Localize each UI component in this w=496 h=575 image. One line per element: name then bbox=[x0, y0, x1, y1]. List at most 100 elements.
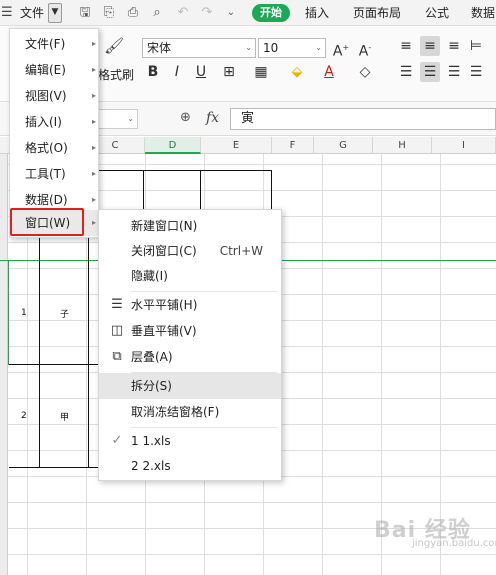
undo-icon[interactable]: ↶ bbox=[174, 0, 192, 26]
menu-item-label: 新建窗口(N) bbox=[131, 219, 198, 233]
tile-vertical-icon: ◫ bbox=[110, 323, 124, 338]
menu-item-tools[interactable]: 工具(T) ▸ bbox=[10, 161, 100, 187]
column-header-e[interactable]: E bbox=[201, 137, 272, 154]
menu-item-close-window[interactable]: 关闭窗口(C) Ctrl+W bbox=[99, 238, 281, 264]
column-header-g[interactable]: G bbox=[314, 137, 373, 154]
menu-item-label: 拆分(S) bbox=[131, 379, 172, 393]
zoom-icon[interactable]: ⊕ bbox=[180, 110, 191, 125]
tab-start[interactable]: 开始 bbox=[252, 4, 290, 22]
fx-icon[interactable]: fx bbox=[206, 110, 219, 126]
watermark-logo: Bai 经验 bbox=[374, 518, 471, 543]
align-bottom-icon[interactable]: ≡ bbox=[446, 36, 462, 56]
border-icon[interactable]: ⊞ bbox=[218, 62, 240, 82]
underline-button[interactable]: U bbox=[192, 62, 210, 82]
cell-row2-number[interactable]: 2 bbox=[21, 411, 27, 421]
checkmark-icon: ✓ bbox=[111, 433, 123, 448]
main-menu: 文件(F) ▸ 编辑(E) ▸ 视图(V) ▸ 插入(I) ▸ 格式(O) ▸ … bbox=[9, 28, 100, 238]
name-box[interactable]: ⌄ bbox=[98, 109, 138, 129]
chevron-down-icon[interactable]: ▼ bbox=[48, 3, 62, 23]
column-header-h[interactable]: H bbox=[373, 137, 432, 154]
column-header-i[interactable]: I bbox=[432, 137, 496, 154]
font-name-value: 宋体 bbox=[147, 41, 172, 55]
menu-item-label: 编辑(E) bbox=[25, 63, 66, 77]
menu-item-cascade[interactable]: ⧉ 层叠(A) bbox=[99, 344, 281, 370]
file-menu-button[interactable]: 文件 bbox=[20, 0, 44, 26]
menu-item-format[interactable]: 格式(O) ▸ bbox=[10, 135, 100, 161]
column-header-d[interactable]: D bbox=[145, 137, 201, 154]
menu-item-file-2[interactable]: 2 2.xls bbox=[99, 453, 281, 479]
menu-item-insert[interactable]: 插入(I) ▸ bbox=[10, 109, 100, 135]
align-top-icon[interactable]: ≡ bbox=[398, 36, 414, 56]
menu-item-tile-vertical[interactable]: ◫ 垂直平铺(V) bbox=[99, 318, 281, 344]
cell-row2-char[interactable]: 甲 bbox=[60, 410, 69, 423]
font-size-select[interactable]: 10 ⌄ bbox=[258, 38, 326, 58]
font-color-icon[interactable]: A bbox=[320, 62, 338, 82]
top-tab-bar: ☰ 文件 ▼ 🖫 ⎘ ⎙ ⌕ ↶ ↷ ⌄ 开始 插入 页面布局 公式 数据 bbox=[0, 0, 496, 26]
save-icon[interactable]: 🖫 bbox=[76, 0, 94, 26]
hamburger-icon[interactable]: ☰ bbox=[1, 0, 13, 26]
table-border-mid bbox=[9, 364, 99, 365]
chevron-right-icon: ▸ bbox=[91, 169, 96, 178]
font-name-select[interactable]: 宋体 ⌄ bbox=[142, 38, 256, 58]
align-right-icon[interactable]: ☰ bbox=[446, 62, 462, 82]
menu-item-window[interactable]: 窗口(W) ▸ bbox=[10, 210, 100, 236]
chevron-right-icon: ▸ bbox=[91, 65, 96, 74]
chevron-down-icon: ⌄ bbox=[315, 43, 322, 52]
fill-color-icon[interactable]: ⬙ bbox=[286, 62, 308, 82]
chevron-right-icon: ▸ bbox=[91, 117, 96, 126]
window-submenu: 新建窗口(N) 关闭窗口(C) Ctrl+W 隐藏(I) ☰ 水平平铺(H) ◫… bbox=[98, 209, 282, 481]
shrink-font-icon[interactable]: A- bbox=[356, 38, 374, 62]
cell-style-icon[interactable]: ▦ bbox=[250, 62, 272, 82]
table-border-v3 bbox=[143, 170, 144, 210]
menu-item-view[interactable]: 视图(V) ▸ bbox=[10, 83, 100, 109]
export-pdf-icon[interactable]: ⎘ bbox=[100, 0, 118, 26]
menu-item-label: 文件(F) bbox=[25, 37, 66, 51]
menu-item-unfreeze[interactable]: 取消冻结窗格(F) bbox=[99, 399, 281, 425]
print-preview-icon[interactable]: ⌕ bbox=[148, 0, 166, 26]
print-icon[interactable]: ⎙ bbox=[124, 0, 142, 26]
menu-item-label: 层叠(A) bbox=[131, 350, 173, 364]
tab-data[interactable]: 数据 bbox=[471, 0, 495, 26]
menu-item-tile-horizontal[interactable]: ☰ 水平平铺(H) bbox=[99, 292, 281, 318]
menu-item-label: 垂直平铺(V) bbox=[131, 324, 197, 338]
cell-row1-number[interactable]: 1 bbox=[21, 308, 27, 318]
shortcut-label: Ctrl+W bbox=[219, 244, 263, 258]
table-border-bottom bbox=[9, 467, 99, 468]
tile-horizontal-icon: ☰ bbox=[111, 297, 123, 312]
redo-icon[interactable]: ↷ bbox=[198, 0, 216, 26]
clear-format-icon[interactable]: ◇ bbox=[354, 62, 376, 82]
formula-input[interactable]: 寅 bbox=[230, 108, 496, 130]
menu-item-split[interactable]: 拆分(S) bbox=[99, 373, 281, 399]
grow-font-icon[interactable]: A+ bbox=[332, 38, 350, 62]
align-middle-icon[interactable]: ≡ bbox=[420, 36, 440, 56]
format-brush-button[interactable]: 格式刷 bbox=[98, 66, 134, 83]
menu-item-file[interactable]: 文件(F) ▸ bbox=[10, 31, 100, 57]
menu-item-new-window[interactable]: 新建窗口(N) bbox=[99, 213, 281, 239]
align-center-icon[interactable]: ☰ bbox=[420, 62, 440, 82]
column-header-f[interactable]: F bbox=[272, 137, 314, 154]
menu-item-edit[interactable]: 编辑(E) ▸ bbox=[10, 57, 100, 83]
customize-icon[interactable]: ⌄ bbox=[222, 0, 240, 26]
menu-item-label: 插入(I) bbox=[25, 115, 62, 129]
menu-item-label: 水平平铺(H) bbox=[131, 298, 198, 312]
cell-row1-char[interactable]: 子 bbox=[60, 307, 69, 320]
menu-item-hide[interactable]: 隐藏(I) bbox=[99, 263, 281, 289]
row-header bbox=[0, 154, 8, 575]
font-size-value: 10 bbox=[263, 41, 279, 55]
menu-item-label: 取消冻结窗格(F) bbox=[131, 405, 220, 419]
menu-item-label: 窗口(W) bbox=[25, 216, 71, 230]
tab-insert[interactable]: 插入 bbox=[305, 0, 329, 26]
menu-item-file-1[interactable]: ✓ 1 1.xls bbox=[99, 428, 281, 454]
wrap-text-icon[interactable]: ⊨ bbox=[468, 36, 484, 56]
tab-formula[interactable]: 公式 bbox=[425, 0, 449, 26]
menu-item-label: 关闭窗口(C) bbox=[131, 244, 197, 258]
format-brush-icon[interactable]: 🖌 bbox=[104, 36, 124, 56]
watermark: Bai 经验 jingyan.baidu.com bbox=[374, 518, 496, 564]
justify-icon[interactable]: ☰ bbox=[468, 62, 484, 82]
chevron-right-icon: ▸ bbox=[91, 218, 96, 227]
align-left-icon[interactable]: ☰ bbox=[398, 62, 414, 82]
italic-button[interactable]: I bbox=[168, 62, 186, 82]
tab-page-layout[interactable]: 页面布局 bbox=[353, 0, 401, 26]
table-border-v5 bbox=[271, 170, 272, 210]
bold-button[interactable]: B bbox=[144, 62, 162, 82]
